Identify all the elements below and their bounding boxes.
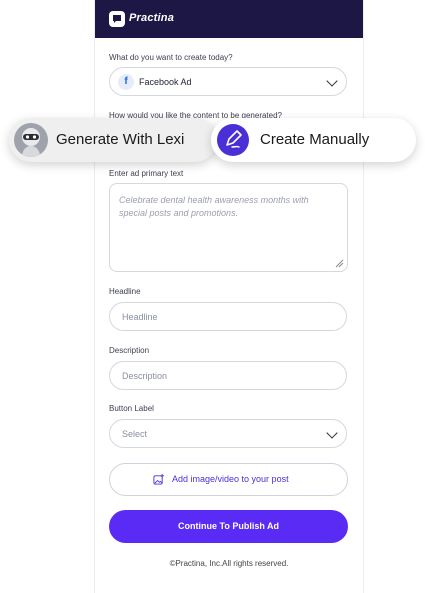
description-label: Description <box>109 346 150 355</box>
create-ad-panel: Practina What do you want to create toda… <box>94 0 364 593</box>
create-manually-option[interactable]: Create Manually <box>211 118 416 162</box>
add-media-label: Add image/video to your post <box>172 474 289 484</box>
create-type-select[interactable]: f Facebook Ad <box>109 67 347 96</box>
brand-name: Practina <box>129 12 175 24</box>
description-placeholder: Description <box>122 371 168 381</box>
resize-handle-icon[interactable] <box>334 258 344 268</box>
continue-button[interactable]: Continue To Publish Ad <box>109 510 348 543</box>
primary-text-label: Enter ad primary text <box>109 169 184 178</box>
manual-label: Create Manually <box>260 131 370 148</box>
button-label-select[interactable]: Select <box>109 419 347 448</box>
generate-label: Generate With Lexi <box>56 131 185 148</box>
lexi-avatar-icon <box>14 123 48 157</box>
chevron-down-icon <box>326 427 338 439</box>
image-add-icon <box>153 474 164 485</box>
create-type-label: What do you want to create today? <box>109 53 233 62</box>
headline-input[interactable]: Headline <box>109 302 347 331</box>
pen-icon <box>217 124 249 156</box>
continue-label: Continue To Publish Ad <box>178 521 279 531</box>
generate-with-lexi-option[interactable]: Generate With Lexi <box>9 118 217 162</box>
facebook-icon: f <box>118 74 134 90</box>
primary-text-input[interactable]: Celebrate dental health awareness months… <box>109 183 348 272</box>
headline-label: Headline <box>109 287 141 296</box>
practina-logo-icon <box>109 11 125 27</box>
add-media-button[interactable]: Add image/video to your post <box>109 463 348 496</box>
description-input[interactable]: Description <box>109 361 347 390</box>
button-label-value: Select <box>122 429 148 439</box>
chevron-down-icon <box>326 75 338 87</box>
create-type-value: Facebook Ad <box>139 77 192 87</box>
primary-text-placeholder: Celebrate dental health awareness months… <box>119 195 309 218</box>
footer-copyright: ©Practina, Inc.All rights reserved. <box>169 559 289 568</box>
button-label-label: Button Label <box>109 404 154 413</box>
headline-placeholder: Headline <box>122 312 158 322</box>
top-bar: Practina <box>95 0 363 38</box>
